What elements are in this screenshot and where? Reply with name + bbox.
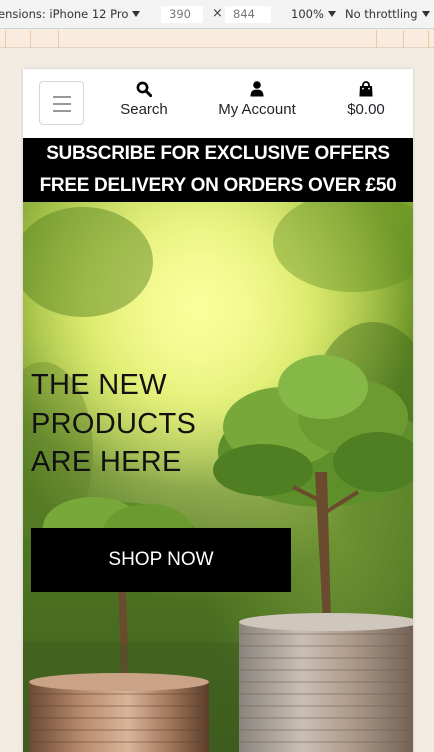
chevron-down-icon <box>327 11 336 17</box>
chevron-down-icon <box>132 11 141 17</box>
my-account-link[interactable]: My Account <box>211 81 303 118</box>
promo-line-subscribe: SUBSCRIBE FOR EXCLUSIVE OFFERS <box>46 143 390 164</box>
ruler-tick <box>30 30 31 48</box>
promo-banner: SUBSCRIBE FOR EXCLUSIVE OFFERS FREE DELI… <box>23 138 413 202</box>
hamburger-icon-bar <box>53 103 71 105</box>
ruler-tick <box>403 30 404 48</box>
search-icon <box>136 81 152 97</box>
device-toolbar: ensions: iPhone 12 Pro 390 × 844 100% No… <box>0 0 434 29</box>
zoom-label: 100% <box>291 7 324 21</box>
throttling-label: No throttling <box>345 7 418 21</box>
search-link[interactable]: Search <box>117 81 171 118</box>
device-dimensions-dropdown[interactable]: ensions: iPhone 12 Pro <box>0 7 141 21</box>
hamburger-icon <box>53 96 71 98</box>
zoom-dropdown[interactable]: 100% <box>291 7 336 21</box>
throttling-dropdown[interactable]: No throttling <box>345 7 430 21</box>
hero-title-line: THE NEW <box>31 369 167 401</box>
ruler-tick <box>428 30 429 48</box>
hero-title-line: ARE HERE <box>31 446 182 478</box>
chevron-down-icon <box>421 11 430 17</box>
hero-title: THE NEW PRODUCTS ARE HERE <box>31 366 231 482</box>
user-icon <box>250 81 264 97</box>
page-viewport: Search My Account $0.00 SUBSCRIBE FOR EX… <box>23 69 413 752</box>
height-input[interactable]: 844 <box>224 5 272 24</box>
ruler-tick <box>376 30 377 48</box>
cart-total: $0.00 <box>347 101 385 118</box>
width-input[interactable]: 390 <box>160 5 204 24</box>
hero-section: THE NEW PRODUCTS ARE HERE SHOP NOW <box>23 202 413 752</box>
my-account-label: My Account <box>218 101 296 118</box>
navbar-toggler-button[interactable] <box>39 81 84 125</box>
hero-title-line: PRODUCTS <box>31 407 197 440</box>
ruler-tick <box>5 30 6 48</box>
ruler-tick <box>58 30 59 48</box>
search-label: Search <box>120 101 168 118</box>
media-query-ruler[interactable] <box>0 30 434 48</box>
shop-now-button[interactable]: SHOP NOW <box>31 528 291 592</box>
shopping-bag-icon <box>359 81 373 97</box>
cart-link[interactable]: $0.00 <box>341 81 391 118</box>
hamburger-icon-bar <box>53 110 71 112</box>
top-navbar: Search My Account $0.00 <box>23 69 413 138</box>
device-dimensions-label: ensions: iPhone 12 Pro <box>0 7 129 21</box>
promo-line-delivery: FREE DELIVERY ON ORDERS OVER £50 <box>39 175 397 196</box>
dimension-separator: × <box>212 6 223 21</box>
